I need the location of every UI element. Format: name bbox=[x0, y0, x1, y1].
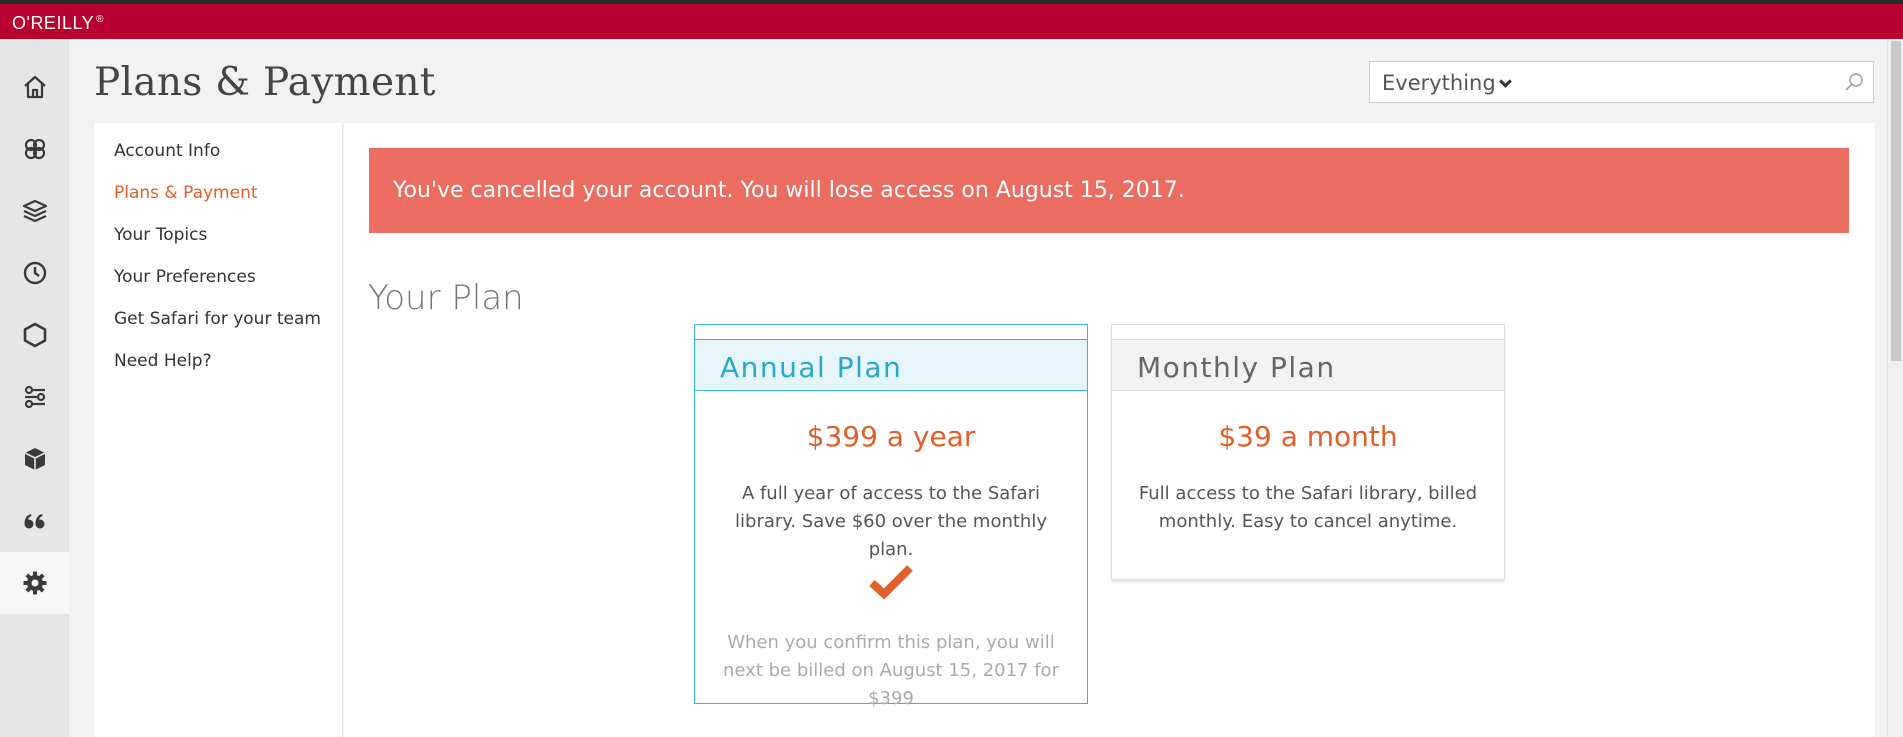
sidebar-item-plans-payment[interactable]: Plans & Payment bbox=[114, 183, 258, 203]
history-clock-icon bbox=[23, 261, 46, 285]
search-scope-select[interactable]: Everything bbox=[1382, 71, 1512, 95]
nav-hexagon[interactable] bbox=[0, 304, 69, 366]
sidebar-item-your-topics[interactable]: Your Topics bbox=[114, 225, 207, 245]
annual-plan-price: $399 a year bbox=[806, 420, 976, 453]
boxes-icon bbox=[24, 448, 45, 470]
quote-icon bbox=[24, 514, 44, 529]
page-scrollbar[interactable] bbox=[1887, 39, 1903, 737]
sidebar-item-safari-for-team[interactable]: Get Safari for your team bbox=[114, 309, 321, 329]
monthly-plan-header: Monthly Plan bbox=[1112, 339, 1504, 391]
sidebar-item-account-info[interactable]: Account Info bbox=[114, 141, 220, 161]
monthly-plan-price: $39 a month bbox=[1218, 420, 1398, 453]
monthly-plan-description: Full access to the Safari library, bille… bbox=[1138, 483, 1478, 532]
settings-gear-icon bbox=[23, 571, 46, 595]
nav-topics[interactable] bbox=[0, 118, 69, 180]
nav-home[interactable] bbox=[0, 56, 69, 118]
brand-bar: O'REILLY ® bbox=[0, 4, 1903, 39]
annual-plan-card[interactable]: Annual Plan $399 a year A full year of a… bbox=[694, 324, 1088, 709]
scrollbar-thumb[interactable] bbox=[1891, 41, 1901, 361]
registered-mark: ® bbox=[96, 14, 105, 25]
annual-plan-header: Annual Plan bbox=[695, 339, 1087, 391]
learning-paths-icon bbox=[24, 385, 45, 409]
selected-checkmark-icon bbox=[869, 565, 913, 600]
annual-plan-description: A full year of access to the Safari libr… bbox=[735, 483, 1047, 560]
logo-text: O'REILLY bbox=[12, 13, 95, 33]
nav-boxes[interactable] bbox=[0, 428, 69, 490]
sidebar-item-need-help[interactable]: Need Help? bbox=[114, 351, 212, 371]
search-scope-label: Everything bbox=[1382, 71, 1496, 95]
sidebar-item-your-preferences[interactable]: Your Preferences bbox=[114, 267, 256, 287]
oreilly-logo[interactable]: O'REILLY ® bbox=[12, 13, 104, 34]
account-sidebar: Account Info Plans & Payment Your Topics… bbox=[94, 123, 343, 737]
monthly-plan-card[interactable]: Monthly Plan $39 a month Full access to … bbox=[1111, 324, 1505, 580]
search-box: Everything bbox=[1369, 61, 1874, 103]
nav-history[interactable] bbox=[0, 242, 69, 304]
page-title: Plans & Payment bbox=[94, 60, 436, 105]
annual-plan-billing-note: When you confirm this plan, you will nex… bbox=[723, 632, 1059, 709]
nav-playlists[interactable] bbox=[0, 180, 69, 242]
monthly-plan-name: Monthly Plan bbox=[1137, 351, 1336, 384]
hexagon-icon bbox=[23, 322, 46, 348]
cancellation-alert: You've cancelled your account. You will … bbox=[369, 148, 1849, 233]
search-icon[interactable] bbox=[1843, 71, 1865, 93]
left-nav bbox=[0, 39, 69, 737]
home-icon bbox=[23, 75, 46, 99]
nav-learning-paths[interactable] bbox=[0, 366, 69, 428]
annual-plan-name: Annual Plan bbox=[720, 351, 903, 384]
nav-quotes[interactable] bbox=[0, 490, 69, 552]
search-input[interactable] bbox=[1510, 66, 1830, 98]
your-plan-heading: Your Plan bbox=[368, 278, 524, 318]
topics-icon bbox=[24, 138, 45, 160]
nav-settings[interactable] bbox=[0, 552, 69, 614]
playlists-layers-icon bbox=[22, 199, 47, 223]
